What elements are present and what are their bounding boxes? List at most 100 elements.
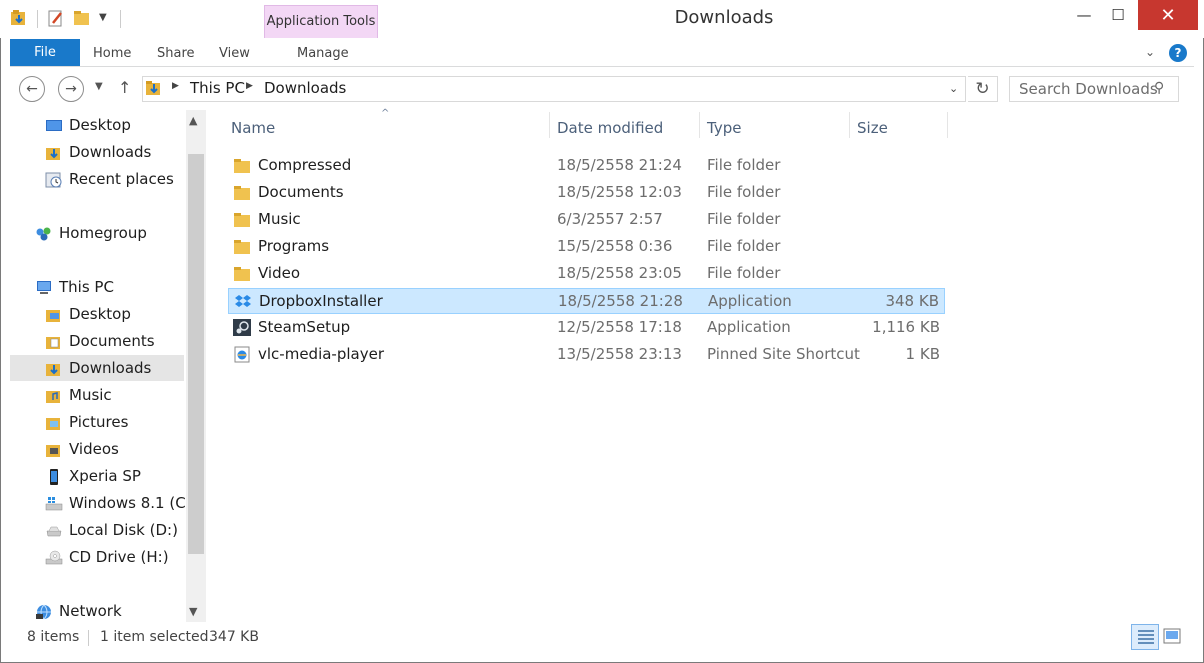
file-type: Pinned Site Shortcut bbox=[707, 345, 860, 363]
file-name: vlc-media-player bbox=[258, 345, 384, 363]
nav-item-label: Windows 8.1 (C:) bbox=[69, 494, 197, 512]
column-header-date-modified[interactable]: Date modified bbox=[557, 119, 663, 137]
tab-view[interactable]: View bbox=[219, 46, 250, 61]
nav-scrollbar-thumb[interactable] bbox=[188, 154, 204, 554]
file-date: 15/5/2558 0:36 bbox=[557, 237, 673, 255]
nav-item-quick-downloads[interactable]: Downloads bbox=[10, 140, 184, 166]
column-header-name[interactable]: Name bbox=[231, 119, 275, 137]
file-row[interactable]: Documents 18/5/2558 12:03 File folder bbox=[228, 180, 945, 206]
nav-item-desktop[interactable]: Desktop bbox=[10, 302, 184, 328]
file-name: Programs bbox=[258, 237, 330, 255]
scroll-down-icon[interactable]: ▼ bbox=[189, 605, 197, 618]
computer-icon bbox=[37, 281, 51, 294]
pictures-folder-icon bbox=[46, 418, 60, 430]
expand-ribbon-icon[interactable]: ⌄ bbox=[1145, 45, 1155, 59]
status-item-count: 8 items bbox=[27, 629, 80, 645]
file-name: SteamSetup bbox=[258, 318, 351, 336]
nav-item-this-pc[interactable]: This PC bbox=[10, 275, 184, 301]
nav-item-label: Recent places bbox=[69, 170, 174, 188]
details-view-button[interactable] bbox=[1131, 624, 1159, 650]
large-icons-view-button[interactable] bbox=[1163, 628, 1181, 644]
back-button[interactable]: ← bbox=[19, 76, 45, 102]
file-type: Application bbox=[707, 318, 791, 336]
file-type: File folder bbox=[707, 237, 781, 255]
file-date: 13/5/2558 23:13 bbox=[557, 345, 682, 363]
folder-icon bbox=[234, 159, 250, 173]
videos-folder-icon bbox=[46, 445, 60, 457]
column-header-type[interactable]: Type bbox=[707, 119, 741, 137]
nav-item-downloads[interactable]: Downloads bbox=[10, 355, 184, 381]
file-date: 18/5/2558 23:05 bbox=[557, 264, 682, 282]
file-type: File folder bbox=[707, 183, 781, 201]
nav-item-homegroup[interactable]: Homegroup bbox=[10, 221, 184, 247]
column-header-size[interactable]: Size bbox=[857, 119, 888, 137]
recent-locations-icon[interactable]: ▼ bbox=[95, 81, 103, 92]
breadcrumb-separator[interactable]: ▶ bbox=[246, 81, 253, 91]
nav-item-label: Videos bbox=[69, 440, 119, 458]
column-divider[interactable] bbox=[699, 112, 700, 138]
folder-icon bbox=[234, 186, 250, 200]
sort-ascending-icon: ^ bbox=[381, 108, 390, 119]
nav-item-videos[interactable]: Videos bbox=[10, 437, 184, 463]
breadcrumb-downloads[interactable]: Downloads bbox=[264, 79, 346, 97]
column-divider[interactable] bbox=[849, 112, 850, 138]
tab-manage[interactable]: Manage bbox=[297, 46, 349, 61]
nav-item-documents[interactable]: Documents bbox=[10, 329, 184, 355]
nav-item-label: Network bbox=[59, 602, 122, 620]
nav-item-xperia-sp[interactable]: Xperia SP bbox=[10, 464, 184, 490]
search-icon[interactable]: ⚲ bbox=[1154, 80, 1164, 96]
music-folder-icon bbox=[46, 391, 60, 403]
disk-drive-icon bbox=[46, 526, 62, 537]
nav-item-recent-places[interactable]: Recent places bbox=[10, 167, 184, 193]
nav-item-cd-drive[interactable]: CD Drive (H:) bbox=[10, 545, 184, 571]
up-button[interactable]: ↑ bbox=[118, 78, 131, 97]
file-row[interactable]: SteamSetup 12/5/2558 17:18 Application 1… bbox=[228, 315, 945, 341]
address-dropdown-icon[interactable]: ⌄ bbox=[949, 82, 958, 95]
file-size: 348 KB bbox=[885, 292, 939, 310]
nav-item-pictures[interactable]: Pictures bbox=[10, 410, 184, 436]
navigation-pane: Desktop Downloads Recent places Homegrou… bbox=[10, 110, 206, 622]
maximize-button[interactable]: ☐ bbox=[1096, 0, 1140, 30]
windows-drive-icon bbox=[45, 497, 63, 511]
help-icon[interactable]: ? bbox=[1169, 44, 1187, 62]
steam-icon bbox=[233, 319, 251, 336]
folder-icon bbox=[234, 240, 250, 254]
network-icon bbox=[36, 604, 51, 620]
tab-home[interactable]: Home bbox=[93, 46, 131, 61]
file-date: 18/5/2558 21:28 bbox=[558, 292, 683, 310]
nav-item-local-disk[interactable]: Local Disk (D:) bbox=[10, 518, 184, 544]
column-divider[interactable] bbox=[549, 112, 550, 138]
dropbox-icon bbox=[235, 295, 251, 307]
close-button[interactable]: ✕ bbox=[1138, 0, 1198, 30]
breadcrumb-this-pc[interactable]: This PC bbox=[190, 79, 245, 97]
refresh-button[interactable]: ↻ bbox=[968, 76, 998, 102]
file-type: File folder bbox=[707, 156, 781, 174]
tab-share[interactable]: Share bbox=[157, 46, 195, 61]
forward-button[interactable]: → bbox=[58, 76, 84, 102]
pinned-site-icon bbox=[234, 346, 250, 363]
documents-folder-icon bbox=[46, 337, 60, 349]
column-divider[interactable] bbox=[947, 112, 948, 138]
window-title: Downloads bbox=[674, 7, 774, 28]
nav-item-label: CD Drive (H:) bbox=[69, 548, 169, 566]
nav-item-music[interactable]: Music bbox=[10, 383, 184, 409]
nav-item-label: Xperia SP bbox=[69, 467, 141, 485]
file-row[interactable]: Compressed 18/5/2558 21:24 File folder bbox=[228, 153, 945, 179]
file-row-selected[interactable]: DropboxInstaller 18/5/2558 21:28 Applica… bbox=[228, 288, 945, 314]
folder-icon bbox=[234, 267, 250, 281]
file-row[interactable]: Music 6/3/2557 2:57 File folder bbox=[228, 207, 945, 233]
folder-icon bbox=[234, 213, 250, 227]
file-name: DropboxInstaller bbox=[259, 292, 383, 310]
file-name: Compressed bbox=[258, 156, 352, 174]
nav-item-quick-desktop[interactable]: Desktop bbox=[10, 113, 184, 139]
nav-item-network[interactable]: Network bbox=[10, 599, 184, 625]
file-row[interactable]: Video 18/5/2558 23:05 File folder bbox=[228, 261, 945, 287]
downloads-folder-icon bbox=[146, 81, 160, 95]
file-row[interactable]: vlc-media-player 13/5/2558 23:13 Pinned … bbox=[228, 342, 945, 368]
scroll-up-icon[interactable]: ▲ bbox=[189, 114, 197, 127]
desktop-folder-icon bbox=[46, 310, 60, 322]
file-row[interactable]: Programs 15/5/2558 0:36 File folder bbox=[228, 234, 945, 260]
tab-file[interactable]: File bbox=[10, 39, 80, 66]
breadcrumb-separator[interactable]: ▶ bbox=[172, 81, 179, 91]
nav-item-windows-drive[interactable]: Windows 8.1 (C:) bbox=[10, 491, 197, 517]
